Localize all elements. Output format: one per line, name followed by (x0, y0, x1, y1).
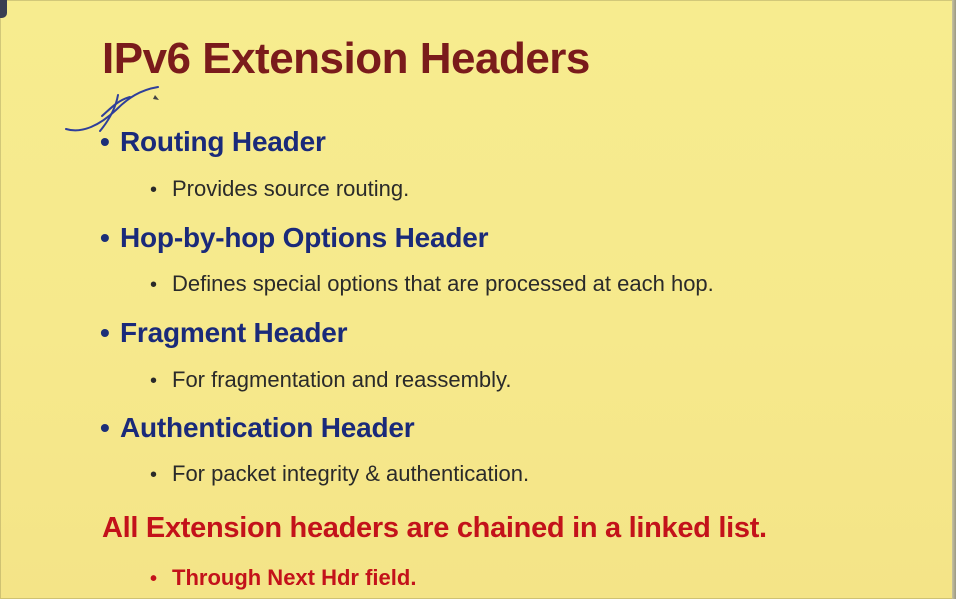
window-corner (0, 0, 7, 18)
item-heading: Hop-by-hop Options Header (120, 222, 489, 253)
bullet-icon: • (150, 568, 158, 590)
item-detail: For fragmentation and reassembly. (172, 367, 512, 392)
item-detail-fragment: • For fragmentation and reassembly. (150, 367, 512, 393)
bullet-icon: • (150, 179, 158, 201)
bullet-icon: • (150, 464, 158, 486)
list-item-routing: • Routing Header (100, 126, 326, 158)
cursor-icon (153, 95, 159, 100)
item-heading: Authentication Header (120, 412, 415, 443)
window-edge (952, 0, 956, 599)
item-detail-authentication: • For packet integrity & authentication. (150, 461, 529, 487)
bullet-icon: • (100, 317, 110, 348)
item-detail: Provides source routing. (172, 176, 410, 201)
item-heading: Routing Header (120, 126, 326, 157)
list-item-authentication: • Authentication Header (100, 412, 415, 444)
chain-note-detail: • Through Next Hdr field. (150, 565, 416, 591)
list-item-fragment: • Fragment Header (100, 317, 347, 349)
bullet-icon: • (100, 126, 110, 157)
slide: IPv6 Extension Headers • Routing Header •… (0, 0, 956, 599)
item-detail-hop-by-hop: • Defines special options that are proces… (150, 271, 714, 297)
bullet-icon: • (100, 222, 110, 253)
chain-note: All Extension headers are chained in a l… (102, 512, 767, 544)
bullet-icon: • (150, 370, 158, 392)
item-detail: For packet integrity & authentication. (172, 461, 530, 486)
bullet-icon: • (150, 274, 158, 296)
item-heading: Fragment Header (120, 317, 348, 348)
item-detail: Defines special options that are process… (172, 271, 714, 296)
list-item-hop-by-hop: • Hop-by-hop Options Header (100, 222, 489, 254)
note-detail-text: Through Next Hdr field. (172, 565, 417, 590)
item-detail-routing: • Provides source routing. (150, 176, 409, 202)
slide-title: IPv6 Extension Headers (102, 34, 590, 83)
bullet-icon: • (100, 412, 110, 443)
